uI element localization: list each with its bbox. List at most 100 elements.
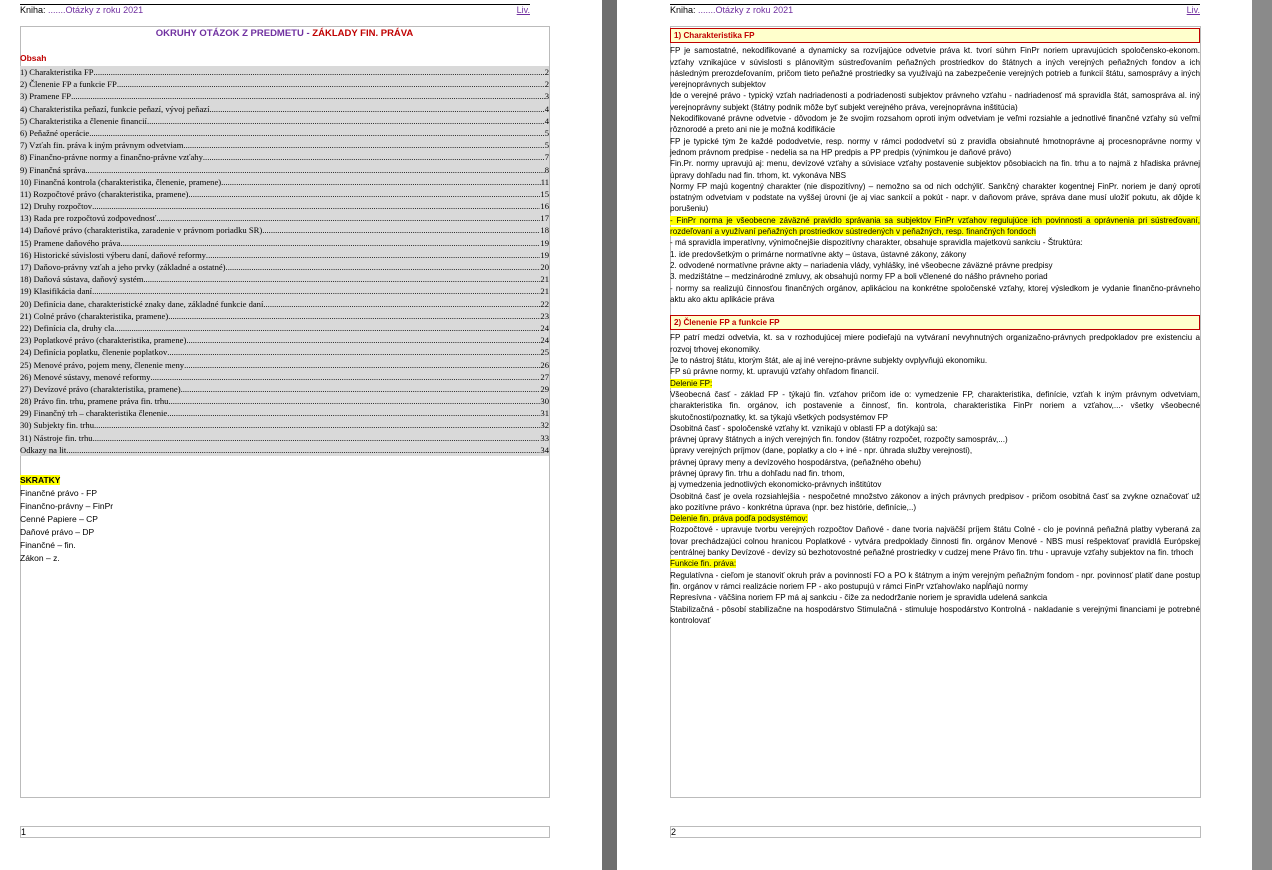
toc-entry-title: 17) Daňovo-právny vzťah a jeho prvky (zá… (20, 262, 226, 272)
toc-entry-page: 25 (540, 347, 549, 358)
toc-entry[interactable]: 24) Definícia poplatku, členenie poplatk… (20, 346, 549, 358)
toc-entry[interactable]: 8) Finančno-právne normy a finančno-práv… (20, 151, 549, 163)
toc-entry[interactable]: 31) Nástroje fin. trhu 33 (20, 432, 549, 444)
paragraph: Represívna - väčšina noriem FP má aj san… (670, 592, 1200, 603)
toc-entry-title: 27) Devízové právo (charakteristika, pra… (20, 383, 181, 394)
toc-leader (89, 127, 545, 139)
toc-entry-title: 1) Charakteristika FP (20, 67, 94, 77)
toc-entry-title: 19) Klasifikácia daní (20, 286, 93, 297)
paragraph-text: 3. medzištátne – medzinárodné zmluvy, ak… (670, 272, 1048, 282)
toc-entry-page: 15 (540, 188, 549, 199)
toc-entry-title: Odkazy na lit. (20, 444, 69, 455)
page-number: 1 (21, 827, 27, 837)
toc-entry[interactable]: 13) Rada pre rozpočtovú zodpovednosť 17 (20, 212, 549, 224)
toc-entry[interactable]: 29) Finančný trh – charakteristika člene… (20, 407, 549, 419)
abbreviations-title: SKRATKY (20, 475, 61, 485)
paragraph: právnej úpravy fin. trhu a dohľadu nad f… (670, 468, 1200, 479)
toc-leader (209, 103, 544, 115)
toc-entry[interactable]: 20) Definícia dane, charakteristické zna… (20, 298, 549, 310)
toc-leader (167, 346, 540, 358)
toc-entry-page: 4 (544, 103, 549, 114)
toc-entry[interactable]: 21) Colné právo (charakteristika, pramen… (20, 310, 549, 322)
paragraph-text: Funkcie fin. práva: (670, 559, 737, 569)
page-number-2: 2 (671, 827, 677, 837)
toc-entry-page: 5 (544, 127, 549, 138)
toc-leader (150, 371, 540, 383)
toc-entry[interactable]: 11) Rozpočtové právo (charakteristika, p… (20, 188, 549, 200)
toc-entry[interactable]: 1) Charakteristika FP 2 (20, 66, 549, 78)
toc-entry[interactable]: 10) Finančná kontrola (charakteristika, … (20, 176, 549, 188)
toc-entry-title: 28) Právo fin. trhu, pramene práva fin. … (20, 396, 169, 407)
paragraph: Funkcie fin. práva: (670, 558, 1200, 569)
toc-entry-page: 32 (540, 420, 549, 431)
toc-leader (262, 224, 540, 236)
toc-leader (117, 78, 545, 90)
toc-entry[interactable]: 3) Pramene FP 3 (20, 90, 549, 102)
toc-entry[interactable]: 22) Definícia cla, druhy cla 24 (20, 322, 549, 334)
toc-entry[interactable]: 2) Členenie FP a funkcie FP 2 (20, 78, 549, 90)
liv-link-2[interactable]: Liv. (1187, 5, 1200, 16)
liv-link[interactable]: Liv. (517, 5, 530, 16)
toc-entry-page: 29 (540, 383, 549, 394)
toc-entry[interactable]: 7) Vzťah fin. práva k iným právnym odvet… (20, 139, 549, 151)
paragraph-text: FP patrí medzi odvetvia, kt. sa v rozhod… (670, 333, 1200, 354)
toc-entry-page: 22 (540, 298, 549, 309)
toc-entry[interactable]: 30) Subjekty fin. trhu 32 (20, 419, 549, 431)
paragraph-text: Osobitná časť - spoločenské vzťahy kt. v… (670, 423, 938, 433)
toc-entry[interactable]: 5) Charakteristika a členenie financií 4 (20, 115, 549, 127)
toc-entry[interactable]: 18) Daňová sústava, daňový systém 21 (20, 273, 549, 285)
paragraph-text: - normy sa realizujú činnosťou finančnýc… (670, 283, 1200, 304)
section-2-heading: 2) Členenie FP a funkcie FP (670, 315, 1200, 331)
paragraph-text: Delenie fin. práva podľa podsystémov: (670, 514, 808, 524)
abbreviation-item: Zákon – z. (20, 553, 60, 563)
toc-entry-page: 24 (540, 322, 549, 333)
paragraph-text: Osobitná časť je ovela rozsiahlejšia - n… (670, 491, 1200, 512)
paragraph: právnej úpravy štátnych a iných verejnýc… (670, 434, 1200, 445)
toc-heading: Obsah (20, 53, 47, 63)
toc-entry[interactable]: 16) Historické súvislosti výberu daní, d… (20, 249, 549, 261)
window-margin (1252, 0, 1272, 870)
toc-entry[interactable]: Odkazy na lit. 34 (20, 444, 549, 456)
toc-leader (147, 115, 545, 127)
paragraph-text: Ide o verejné právo - typický vzťah nadr… (670, 91, 1200, 112)
toc-leader (92, 200, 540, 212)
toc-entry[interactable]: 6) Peňažné operácie 5 (20, 127, 549, 139)
paragraph: Je to nástroj štátu, ktorým štát, ale aj… (670, 355, 1200, 366)
toc-leader (71, 90, 545, 102)
paragraph: Všeobecná časť - základ FP - týkajú fin.… (670, 389, 1200, 423)
toc-entry-page: 2 (544, 67, 549, 77)
toc-leader (186, 334, 540, 346)
toc-entry-title: 5) Charakteristika a členenie financií (20, 115, 147, 126)
abbreviation-item: Cenné Papiere – CP (20, 514, 98, 524)
toc-entry[interactable]: 17) Daňovo-právny vzťah a jeho prvky (zá… (20, 261, 549, 273)
paragraph: Delenie FP: (670, 378, 1200, 389)
toc-entry[interactable]: 27) Devízové právo (charakteristika, pra… (20, 383, 549, 395)
toc-entry-title: 16) Historické súvislosti výberu daní, d… (20, 249, 206, 260)
toc-entry-page: 2 (544, 79, 549, 90)
toc-entry[interactable]: 28) Právo fin. trhu, pramene práva fin. … (20, 395, 549, 407)
paragraph-text: FP je samostatné, nekodifikované a dynam… (670, 46, 1200, 90)
toc-entry-page: 33 (540, 432, 549, 443)
toc-entry[interactable]: 19) Klasifikácia daní 21 (20, 285, 549, 297)
toc-leader (184, 359, 540, 371)
paragraph-text: - má spravidla imperatívny, výnimočnejši… (670, 238, 1083, 248)
toc-entry[interactable]: 4) Charakteristika peňazí, funkcie peňaz… (20, 103, 549, 115)
paragraph-text: Represívna - väčšina noriem FP má aj san… (670, 593, 1048, 603)
paragraph-text: FP sú právne normy, kt. upravujú vzťahy … (670, 367, 879, 377)
toc-entry[interactable]: 26) Menové sústavy, menové reformy 27 (20, 371, 549, 383)
toc-entry-title: 10) Finančná kontrola (charakteristika, … (20, 176, 222, 187)
paragraph: FP je typické tým že každé pododvetvie, … (670, 136, 1200, 159)
toc-entry-title: 13) Rada pre rozpočtovú zodpovednosť (20, 213, 157, 224)
toc-entry[interactable]: 25) Menové právo, pojem meny, členenie m… (20, 359, 549, 371)
paragraph: Normy FP majú kogentný charakter (nie di… (670, 181, 1200, 215)
paragraph: FP patrí medzi odvetvia, kt. sa v rozhod… (670, 332, 1200, 355)
toc-entry[interactable]: 14) Daňové právo (charakteristika, zarad… (20, 224, 549, 236)
table-of-contents: 1) Charakteristika FP 22) Členenie FP a f… (20, 66, 549, 456)
toc-entry[interactable]: 12) Druhy rozpočtov 16 (20, 200, 549, 212)
toc-entry[interactable]: 23) Poplatkové právo (charakteristika, p… (20, 334, 549, 346)
toc-entry[interactable]: 15) Pramene daňového práva 19 (20, 237, 549, 249)
page-2-body: 1) Charakteristika FP FP je samostatné, … (670, 28, 1200, 626)
toc-entry-page: 8 (544, 164, 549, 175)
toc-entry[interactable]: 9) Finančná správa 8 (20, 164, 549, 176)
paragraph-text: Je to nástroj štátu, ktorým štát, ale aj… (670, 356, 988, 366)
